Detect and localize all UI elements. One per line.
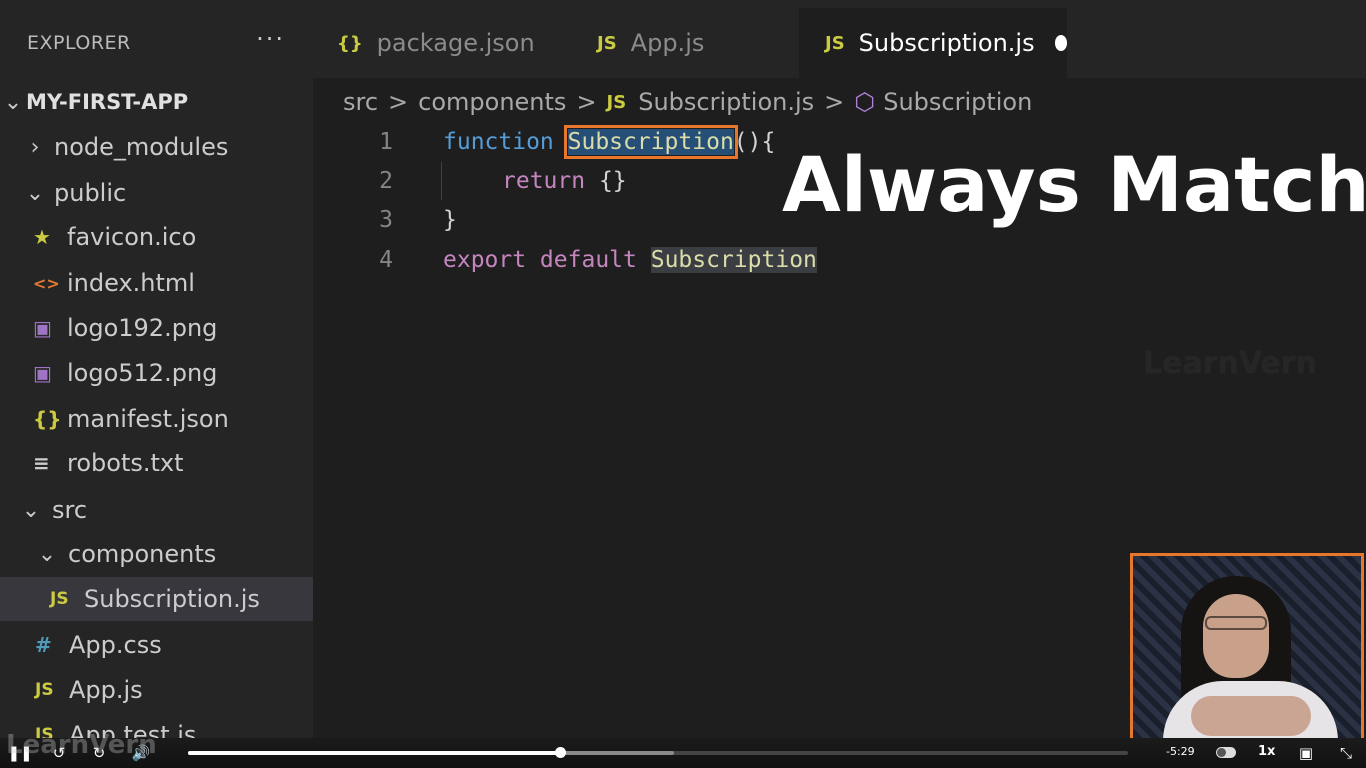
line-number: 2 xyxy=(379,168,393,194)
tree-item-favicon[interactable]: ★ favicon.ico xyxy=(0,215,313,259)
js-file-icon: JS xyxy=(825,32,845,54)
json-file-icon: {} xyxy=(337,32,363,54)
tab-app-js[interactable]: JS App.js xyxy=(597,8,797,78)
autoplay-toggle[interactable] xyxy=(1216,747,1236,758)
tree-item-label: Subscription.js xyxy=(84,585,260,613)
breadcrumb-item[interactable]: Subscription xyxy=(883,88,1032,116)
breadcrumb-item[interactable]: Subscription.js xyxy=(638,88,814,116)
tree-item-manifest[interactable]: {} manifest.json xyxy=(0,397,313,441)
css-file-icon: # xyxy=(35,633,52,657)
code-text: } xyxy=(443,207,457,233)
tree-item-robots[interactable]: ≡ robots.txt xyxy=(0,441,313,485)
tree-item-label: src xyxy=(52,496,88,524)
tree-item-subscription-js[interactable]: JS Subscription.js xyxy=(0,577,313,621)
exit-fullscreen-icon[interactable]: ⤡ xyxy=(1336,742,1356,764)
tree-item-node-modules[interactable]: › node_modules xyxy=(0,125,313,169)
keyword: function xyxy=(443,129,568,155)
line-number: 4 xyxy=(379,247,393,273)
tree-item-logo192[interactable]: ▣ logo192.png xyxy=(0,306,313,350)
chevron-right-icon: › xyxy=(30,134,40,160)
keyword: export default xyxy=(443,247,651,273)
tree-item-label: public xyxy=(54,179,127,207)
selected-identifier: Subscription xyxy=(563,125,738,159)
chevron-right-icon: > xyxy=(576,88,597,116)
editor-tab-bar: {} package.json JS App.js JS Subscriptio… xyxy=(313,0,1366,78)
tab-label: package.json xyxy=(376,29,535,57)
tree-item-label: manifest.json xyxy=(67,405,229,433)
root-folder-label: MY-FIRST-APP xyxy=(26,90,189,114)
tree-root-folder[interactable]: ⌄ MY-FIRST-APP xyxy=(0,80,313,124)
punctuation: {} xyxy=(598,168,627,194)
progress-scrubber[interactable] xyxy=(555,747,567,758)
more-actions-icon[interactable]: ··· xyxy=(256,25,285,53)
breadcrumb-item[interactable]: src xyxy=(343,88,378,116)
chevron-down-icon: ⌄ xyxy=(3,89,23,115)
chevron-down-icon: ⌄ xyxy=(25,180,45,206)
tree-item-label: node_modules xyxy=(54,133,229,161)
tree-item-logo512[interactable]: ▣ logo512.png xyxy=(0,351,313,395)
unsaved-dot-icon[interactable] xyxy=(1054,35,1067,51)
js-file-icon: JS xyxy=(597,32,617,54)
tree-item-label: index.html xyxy=(67,269,195,297)
json-file-icon: {} xyxy=(33,407,62,431)
presenter-face xyxy=(1203,594,1269,678)
tree-item-label: App.css xyxy=(69,631,162,659)
chevron-down-icon: ⌄ xyxy=(21,497,41,523)
tree-item-label: robots.txt xyxy=(67,449,184,477)
code-text: function Subscription(){ xyxy=(443,125,776,159)
picture-in-picture-icon[interactable]: ▣ xyxy=(1296,742,1316,764)
keyword: return xyxy=(502,168,599,194)
line-number: 1 xyxy=(379,129,393,155)
chevron-right-icon: > xyxy=(824,88,845,116)
tree-item-index-html[interactable]: <> index.html xyxy=(0,261,313,305)
indent-guide xyxy=(441,162,442,200)
brand-logo: LearnVern xyxy=(6,730,157,760)
chevron-right-icon: > xyxy=(388,88,409,116)
glasses xyxy=(1205,616,1267,630)
code-text: export default Subscription xyxy=(443,247,817,273)
video-player-controls: ❚❚ ↺ ↻ 🔊 -5:29 1x ▣ ⤡ xyxy=(0,738,1366,768)
highlighted-identifier: Subscription xyxy=(650,247,817,273)
punctuation: (){ xyxy=(733,129,776,155)
star-icon: ★ xyxy=(33,225,51,249)
js-file-icon: JS xyxy=(606,91,627,113)
breadcrumb-item[interactable]: components xyxy=(418,88,566,116)
tree-item-app-css[interactable]: # App.css xyxy=(0,623,313,667)
js-file-icon: JS xyxy=(35,680,54,700)
progress-fill xyxy=(188,751,561,755)
explorer-title: EXPLORER xyxy=(27,32,131,54)
code-text: return {} xyxy=(502,168,627,194)
tree-item-label: logo512.png xyxy=(67,359,218,387)
tree-item-label: components xyxy=(68,540,217,568)
tab-subscription-js[interactable]: JS Subscription.js xyxy=(799,8,1067,78)
webcam-overlay xyxy=(1130,553,1364,748)
tab-label: App.js xyxy=(630,29,705,57)
html-file-icon: <> xyxy=(33,273,60,293)
text-file-icon: ≡ xyxy=(33,451,50,475)
js-file-icon: JS xyxy=(50,589,69,609)
image-file-icon: ▣ xyxy=(33,361,52,385)
tree-item-label: logo192.png xyxy=(67,314,218,342)
chevron-down-icon: ⌄ xyxy=(37,541,57,567)
code-line[interactable]: 4 export default Subscription xyxy=(313,240,1366,280)
tree-item-label: App.js xyxy=(69,676,143,704)
tab-label: Subscription.js xyxy=(858,29,1035,57)
tree-item-label: favicon.ico xyxy=(67,223,197,251)
presenter-hands xyxy=(1191,696,1311,736)
tab-package-json[interactable]: {} package.json xyxy=(337,8,567,78)
video-caption: Always Match xyxy=(782,140,1366,229)
tree-item-public[interactable]: ⌄ public xyxy=(0,171,313,215)
watermark-logo: LearnVern xyxy=(1143,346,1317,381)
line-number: 3 xyxy=(379,207,393,233)
breadcrumb: src > components > JS Subscription.js > … xyxy=(343,84,1032,120)
image-file-icon: ▣ xyxy=(33,316,52,340)
cube-icon: ⬡ xyxy=(854,88,876,116)
tree-item-app-js[interactable]: JS App.js xyxy=(0,668,313,712)
time-remaining: -5:29 xyxy=(1166,745,1195,758)
playback-speed-button[interactable]: 1x xyxy=(1258,744,1275,759)
explorer-header: EXPLORER ··· xyxy=(0,0,313,86)
explorer-sidebar: EXPLORER ··· ⌄ MY-FIRST-APP › node_modul… xyxy=(0,0,313,768)
tree-item-src[interactable]: ⌄ src xyxy=(0,488,313,532)
tree-item-components[interactable]: ⌄ components xyxy=(0,532,313,576)
